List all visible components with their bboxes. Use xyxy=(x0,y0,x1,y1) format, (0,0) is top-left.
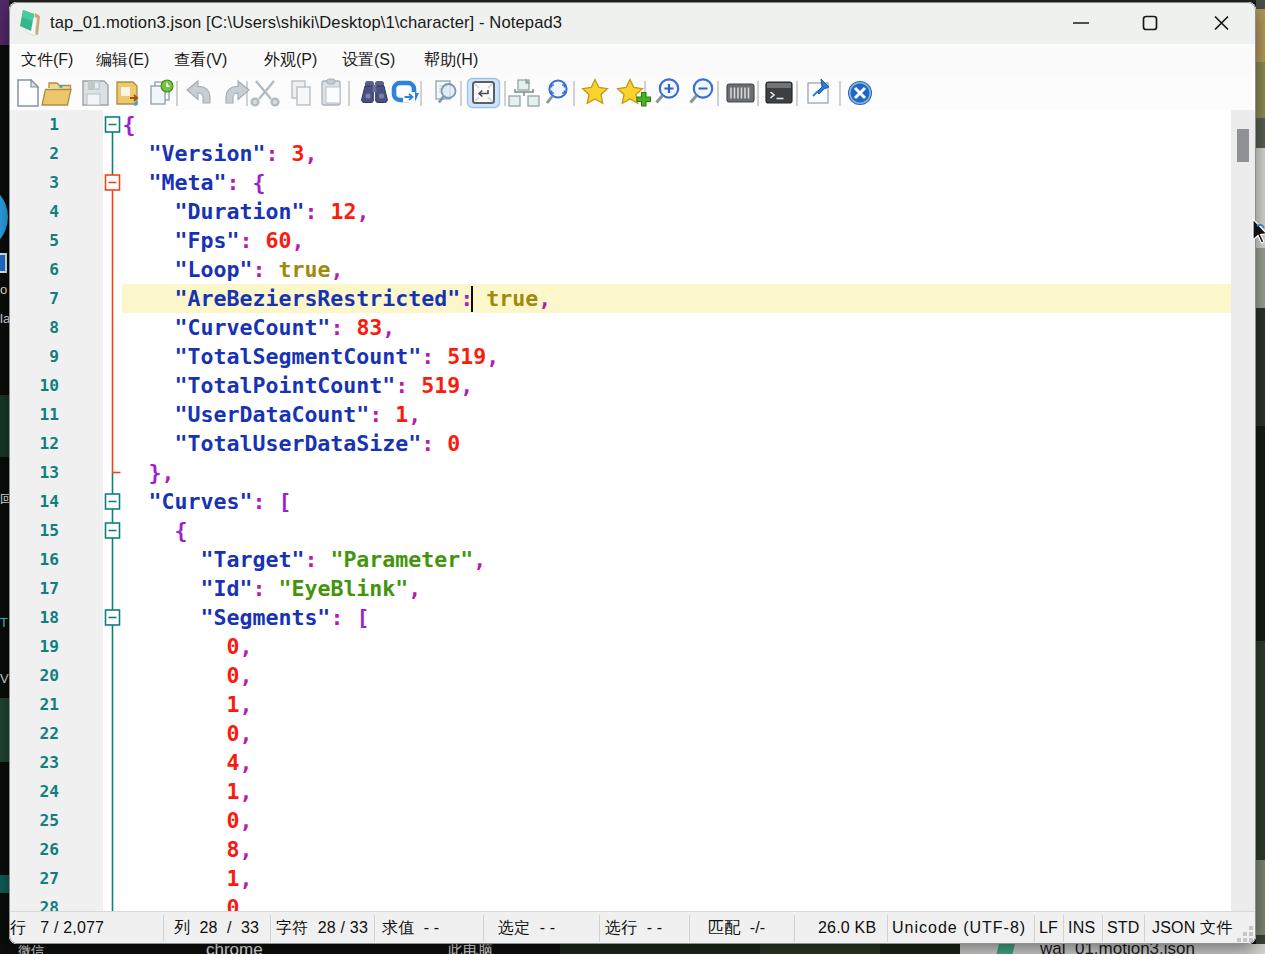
menu-settings[interactable]: 设置(S) xyxy=(342,44,395,77)
status-bar: 行 7 / 2,077 列 28 / 33 字符 28 / 33 求值 - - … xyxy=(9,911,1256,944)
fold-margin xyxy=(103,110,123,911)
tb-wrap[interactable] xyxy=(468,79,500,108)
menu-file[interactable]: 文件(F) xyxy=(21,44,73,77)
tb-save xyxy=(83,81,108,105)
tb-exit xyxy=(848,81,872,105)
menu-edit[interactable]: 编辑(E) xyxy=(96,44,149,77)
menu-help[interactable]: 帮助(H) xyxy=(424,44,478,77)
desktop-left: o la 回 T V xyxy=(0,0,9,954)
tb-new xyxy=(18,80,38,106)
app-icon xyxy=(19,9,43,37)
tb-redo xyxy=(226,81,249,103)
editor: 1 2 3 4 5 6 7 8 9 10 11 12 13 14 15 16 1… xyxy=(9,110,1256,911)
notepad3-screenshot: o la 回 T V 微信 chrome 此电脑 wal_01.motion3.… xyxy=(0,0,1265,954)
btn-maximize[interactable] xyxy=(1127,2,1173,44)
tb-paste xyxy=(322,79,340,105)
tb-saveas xyxy=(117,82,138,106)
tb-fav xyxy=(583,80,608,104)
tb-schema xyxy=(509,80,539,106)
mouse-cursor xyxy=(1248,218,1265,248)
tb-pin xyxy=(808,79,829,103)
tb-zoomsel xyxy=(547,80,567,103)
tb-replace xyxy=(394,83,419,102)
tb-undo xyxy=(187,81,210,103)
tb-grep xyxy=(436,81,456,103)
tb-open xyxy=(42,83,71,105)
tb-cut xyxy=(252,81,279,105)
window: tap_01.motion3.json [C:\Users\shiki\Desk… xyxy=(9,2,1256,944)
tb-zoomout xyxy=(691,79,713,102)
tb-keys xyxy=(727,84,754,102)
tb-console xyxy=(766,82,792,103)
tb-zoomin xyxy=(657,79,679,102)
tb-copy xyxy=(292,81,310,105)
scrollbar-thumb[interactable] xyxy=(1237,129,1249,162)
btn-close[interactable] xyxy=(1198,2,1244,44)
tb-find xyxy=(362,81,388,103)
title-bar: tap_01.motion3.json [C:\Users\shiki\Desk… xyxy=(9,2,1256,44)
menu-bar: 文件(F) 编辑(E) 查看(V) 外观(P) 设置(S) 帮助(H) xyxy=(9,44,1256,77)
menu-view[interactable]: 查看(V) xyxy=(174,44,227,77)
tb-savecopy xyxy=(151,80,173,104)
menu-appearance[interactable]: 外观(P) xyxy=(264,44,317,77)
code: { "Version": 3, "Meta": { "Duration": 12… xyxy=(123,110,552,922)
desktop-right xyxy=(1256,0,1265,954)
desktop-bottom: 微信 chrome 此电脑 wal_01.motion3.json xyxy=(0,944,1265,954)
btn-minimize[interactable] xyxy=(1058,2,1104,44)
toolbar xyxy=(9,77,1256,111)
